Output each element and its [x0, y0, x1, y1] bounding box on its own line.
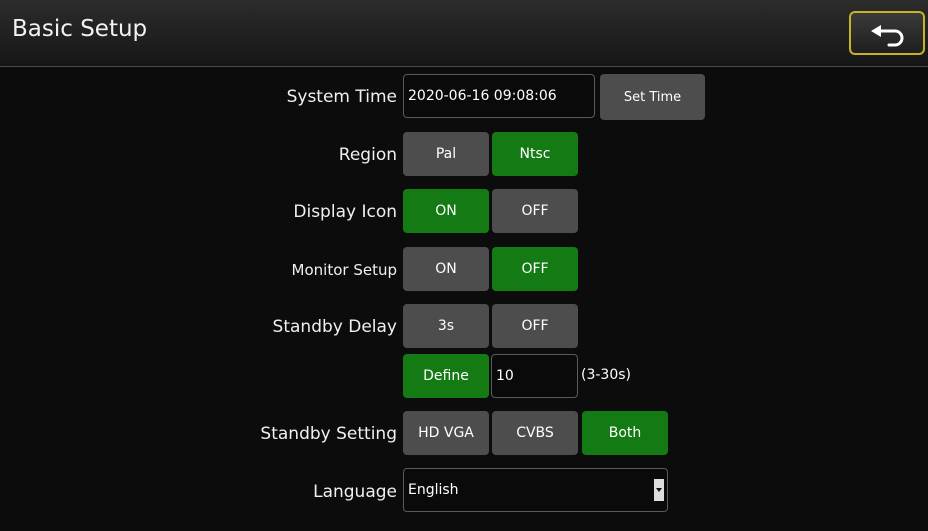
return-arrow-icon — [871, 25, 904, 47]
standby-delay-custom-input[interactable]: 10 — [491, 354, 578, 398]
language-select[interactable]: English — [403, 468, 668, 512]
standby-setting-cvbs-button[interactable]: CVBS — [492, 411, 578, 455]
standby-delay-3s-button[interactable]: 3s — [403, 304, 489, 348]
page-title: Basic Setup — [12, 16, 148, 42]
caret-down-icon[interactable] — [654, 479, 664, 501]
standby-delay-define-button[interactable]: Define — [403, 354, 489, 398]
standby-delay-range-hint: (3-30s) — [581, 367, 631, 383]
standby-setting-hdvga-button[interactable]: HD VGA — [403, 411, 489, 455]
display-icon-off-button[interactable]: OFF — [492, 189, 578, 233]
back-button[interactable] — [849, 11, 925, 55]
monitor-setup-label: Monitor Setup — [291, 261, 397, 279]
region-pal-button[interactable]: Pal — [403, 132, 489, 176]
system-time-label: System Time — [286, 87, 397, 107]
display-icon-label: Display Icon — [293, 202, 397, 222]
region-ntsc-button[interactable]: Ntsc — [492, 132, 578, 176]
display-icon-on-button[interactable]: ON — [403, 189, 489, 233]
language-value: English — [408, 482, 459, 498]
standby-delay-label: Standby Delay — [272, 317, 397, 337]
standby-setting-label: Standby Setting — [260, 424, 397, 444]
set-time-button[interactable]: Set Time — [600, 74, 705, 120]
monitor-setup-off-button[interactable]: OFF — [492, 247, 578, 291]
title-bar: Basic Setup — [0, 0, 928, 67]
standby-delay-off-button[interactable]: OFF — [492, 304, 578, 348]
standby-setting-both-button[interactable]: Both — [582, 411, 668, 455]
system-time-field[interactable]: 2020-06-16 09:08:06 — [403, 74, 595, 118]
monitor-setup-on-button[interactable]: ON — [403, 247, 489, 291]
language-label: Language — [313, 482, 397, 502]
region-label: Region — [338, 145, 397, 165]
